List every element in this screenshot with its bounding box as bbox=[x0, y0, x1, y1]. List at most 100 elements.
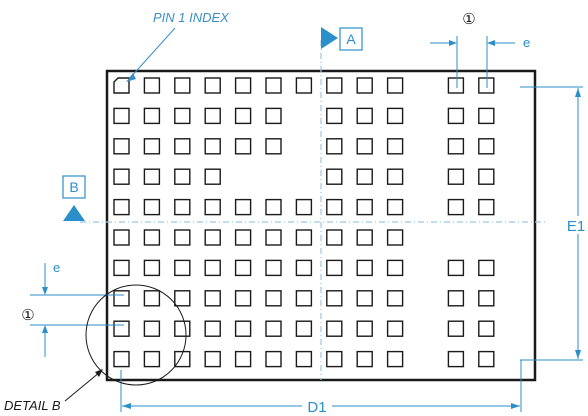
pad bbox=[386, 168, 404, 185]
pad bbox=[143, 168, 161, 185]
pad bbox=[326, 350, 343, 368]
pad bbox=[326, 259, 343, 277]
pad bbox=[326, 198, 343, 216]
pad bbox=[478, 198, 495, 216]
pad bbox=[143, 229, 161, 246]
pad bbox=[174, 320, 191, 337]
pad bbox=[143, 198, 161, 216]
pad bbox=[295, 198, 313, 216]
pad bbox=[478, 290, 495, 307]
d1-arrowhead-left bbox=[122, 403, 131, 409]
pad bbox=[356, 259, 373, 277]
pad bbox=[356, 290, 373, 307]
pad bbox=[356, 138, 373, 155]
pad bbox=[386, 350, 404, 368]
pad bbox=[204, 107, 221, 125]
pad bbox=[174, 77, 191, 94]
note-left-marker: ① bbox=[21, 307, 34, 324]
pad bbox=[447, 350, 465, 368]
pad bbox=[143, 107, 161, 125]
pad bbox=[234, 198, 252, 216]
pad bbox=[174, 229, 191, 246]
pad bbox=[386, 107, 404, 125]
pad bbox=[204, 77, 221, 94]
detail-b-label: DETAIL B bbox=[4, 398, 61, 413]
pad bbox=[356, 168, 373, 185]
pad bbox=[478, 320, 495, 337]
pad bbox=[447, 107, 465, 125]
pad bbox=[174, 138, 191, 155]
pad bbox=[295, 320, 313, 337]
pad bbox=[143, 77, 161, 94]
d1-arrowhead-right bbox=[511, 403, 520, 409]
pad bbox=[113, 259, 130, 277]
pitch-left-label: e bbox=[53, 260, 60, 275]
pad bbox=[356, 77, 373, 94]
pad bbox=[113, 320, 130, 337]
pad bbox=[174, 290, 191, 307]
pad bbox=[386, 320, 404, 337]
datum-b-label: B bbox=[69, 179, 78, 195]
pad bbox=[234, 320, 252, 337]
pad bbox=[478, 168, 495, 185]
pad-pin1 bbox=[113, 77, 130, 94]
datum-b-flag-icon bbox=[63, 205, 85, 221]
pad bbox=[265, 259, 282, 277]
pad bbox=[234, 290, 252, 307]
pin1-index-label: PIN 1 INDEX bbox=[153, 10, 230, 25]
pad bbox=[326, 320, 343, 337]
pad bbox=[478, 350, 495, 368]
pad bbox=[326, 229, 343, 246]
e1-arrowhead-top bbox=[575, 88, 581, 97]
pitch-top-label: e bbox=[523, 35, 530, 50]
pad bbox=[234, 107, 252, 125]
pad bbox=[386, 77, 404, 94]
pad bbox=[113, 138, 130, 155]
pad bbox=[113, 229, 130, 246]
datum-a-label: A bbox=[346, 31, 356, 47]
pad bbox=[447, 259, 465, 277]
pad bbox=[356, 229, 373, 246]
pad bbox=[447, 290, 465, 307]
e1-label: E1 bbox=[567, 218, 585, 235]
pad bbox=[386, 259, 404, 277]
pad bbox=[295, 229, 313, 246]
pad bbox=[174, 107, 191, 125]
pad bbox=[478, 259, 495, 277]
pad bbox=[295, 259, 313, 277]
pad bbox=[447, 138, 465, 155]
pad bbox=[174, 259, 191, 277]
pad bbox=[295, 350, 313, 368]
pad bbox=[386, 290, 404, 307]
pad bbox=[143, 290, 161, 307]
pad bbox=[113, 290, 130, 307]
pad bbox=[265, 320, 282, 337]
pad bbox=[113, 168, 130, 185]
pad bbox=[234, 138, 252, 155]
pad bbox=[204, 290, 221, 307]
pad bbox=[143, 350, 161, 368]
pad bbox=[143, 259, 161, 277]
pad bbox=[265, 107, 282, 125]
pad bbox=[295, 77, 313, 94]
pad bbox=[326, 290, 343, 307]
pad bbox=[113, 107, 130, 125]
pad bbox=[143, 138, 161, 155]
pad bbox=[265, 77, 282, 94]
pad bbox=[295, 290, 313, 307]
pitch-top-arrowhead-left bbox=[449, 40, 457, 46]
pad bbox=[204, 259, 221, 277]
pad bbox=[356, 320, 373, 337]
datum-a-flag-icon bbox=[321, 27, 338, 49]
pad bbox=[447, 320, 465, 337]
pad bbox=[234, 350, 252, 368]
pad bbox=[386, 138, 404, 155]
pad bbox=[447, 168, 465, 185]
pad bbox=[478, 107, 495, 125]
pad bbox=[265, 350, 282, 368]
pad bbox=[204, 229, 221, 246]
pitch-top-arrowhead-right bbox=[487, 40, 495, 46]
pad bbox=[265, 290, 282, 307]
pad bbox=[386, 229, 404, 246]
pad bbox=[234, 259, 252, 277]
